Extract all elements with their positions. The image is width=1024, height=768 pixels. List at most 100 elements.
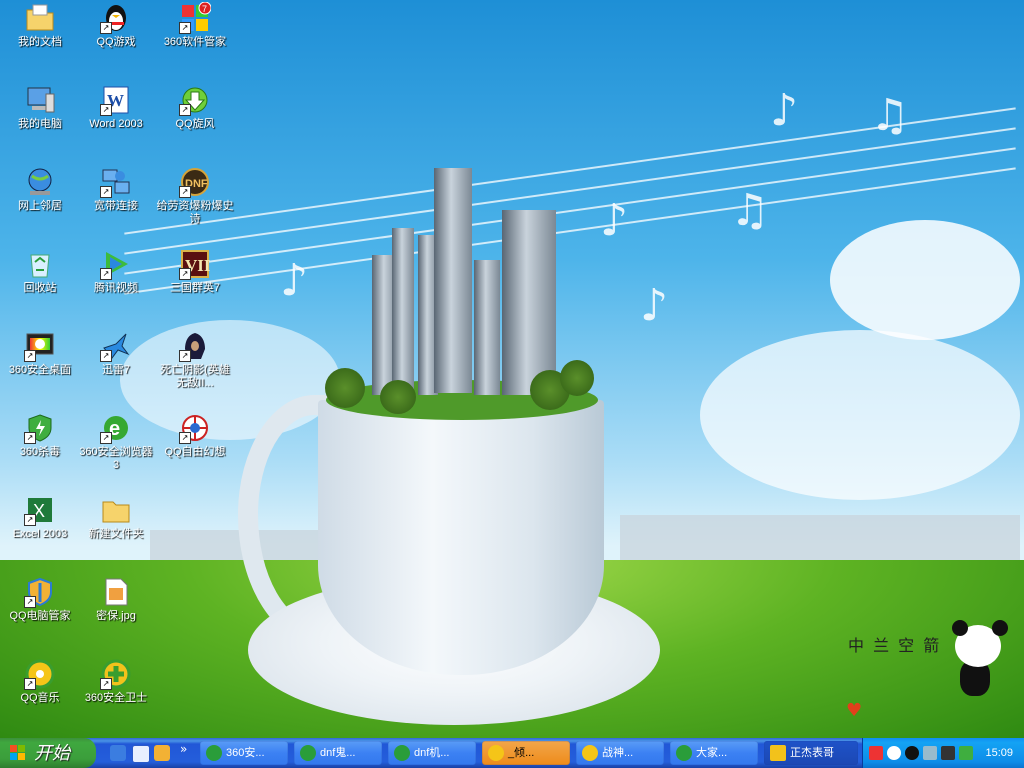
desktop-icon-my-documents[interactable]: 我的文档 — [0, 2, 80, 49]
heart-icon: ♥ — [846, 700, 863, 721]
desktop-icon-label: 360安全桌面 — [8, 364, 72, 376]
tray-expand-icon[interactable] — [887, 746, 901, 760]
desktop-icon-360-safe[interactable]: ↗ 360安全卫士 — [76, 658, 156, 705]
desktop-icon-360-software-manager[interactable]: 7 ↗ 360软件管家 — [155, 1, 235, 49]
dnf-game-icon: DNF ↗ — [179, 166, 211, 198]
desktop-icon-label: 迅雷7 — [101, 364, 131, 376]
qq-chat-icon — [770, 745, 786, 761]
desktop-icon-qq-game[interactable]: ↗ QQ游戏 — [76, 2, 156, 49]
desktop-icon-word[interactable]: W ↗ Word 2003 — [76, 84, 156, 131]
music-note-icon: ♪ — [770, 85, 799, 136]
desktop-icon-label: Word 2003 — [89, 118, 143, 130]
software-manager-icon: 7 ↗ — [179, 1, 212, 34]
desktop-icon-my-computer[interactable]: 我的电脑 — [0, 84, 80, 131]
desktop-icon-recycle-bin[interactable]: 回收站 — [0, 248, 80, 295]
shield-tray-icon[interactable] — [959, 746, 973, 760]
taskbar-button-1[interactable]: 360安... — [200, 741, 288, 765]
desktop-icon-label: Excel 2003 — [12, 528, 68, 540]
music-note-icon: ♪ — [600, 195, 629, 246]
browser-icon — [206, 745, 222, 761]
quicklaunch-browser-icon[interactable] — [132, 745, 150, 763]
windows-logo-icon — [10, 745, 25, 760]
desktop-icon-qq-whirlwind[interactable]: ↗ QQ旋风 — [155, 84, 235, 131]
qq-tray-icon[interactable] — [905, 746, 919, 760]
network-connection-icon: ↗ — [100, 166, 132, 198]
start-button[interactable]: 开始 — [0, 738, 96, 768]
desktop-icon-label: 我的电脑 — [18, 118, 62, 130]
tree — [380, 380, 416, 414]
desktop-icon-network[interactable]: 网上邻居 — [0, 166, 80, 213]
browser-icon — [300, 745, 316, 761]
system-tray: 15:09 — [862, 738, 1024, 768]
desktop-icon-label: 三国群英7 — [169, 282, 221, 294]
network-tray-icon[interactable] — [923, 746, 937, 760]
desktop-icon-label: QQ电脑管家 — [9, 610, 71, 622]
quicklaunch-ie-icon[interactable] — [110, 745, 126, 761]
quicklaunch-user-icon[interactable] — [154, 745, 170, 761]
recycle-bin-icon — [24, 248, 56, 280]
taskbar-button-4[interactable]: _倾... — [482, 741, 570, 765]
taskbar-button-6[interactable]: 大家... — [670, 741, 758, 765]
tree — [325, 368, 365, 408]
desktop-icon-qq-music[interactable]: ↗ QQ音乐 — [0, 658, 80, 705]
clock[interactable]: 15:09 — [985, 738, 1013, 768]
user-tray-icon[interactable] — [941, 746, 955, 760]
desktop-icon-label: 360安全浏览器 3 — [79, 446, 153, 471]
desktop-icon-label: 回收站 — [23, 282, 57, 294]
qq-chat-icon — [488, 745, 504, 761]
taskbar-button-label: 战神... — [602, 747, 634, 759]
taskbar-button-label: _倾... — [508, 747, 535, 759]
qq-chat-icon — [582, 745, 598, 761]
quicklaunch-more-icon[interactable]: » — [180, 742, 187, 756]
panda-ear — [992, 620, 1008, 636]
desktop-icon-label: 360安全卫士 — [84, 692, 148, 704]
skyscraper — [392, 228, 414, 393]
tree — [560, 360, 594, 396]
sogou-input-icon[interactable] — [869, 746, 883, 760]
desktop-icon-label: 360软件管家 — [163, 36, 227, 48]
taskbar-button-label: 正杰表哥 — [790, 747, 834, 759]
wallpaper-cloud — [700, 330, 1020, 500]
music-note-icon: ♪ — [640, 280, 669, 331]
sanguo-game-icon: VII ↗ — [179, 248, 211, 280]
taskbar-button-label: 大家... — [696, 747, 728, 759]
network-globe-icon — [24, 166, 56, 198]
desktop-icon-broadband[interactable]: ↗ 宽带连接 — [76, 166, 156, 213]
taskbar-button-3[interactable]: dnf机... — [388, 741, 476, 765]
taskbar-button-label: 360安... — [226, 747, 265, 759]
desktop-icon-excel[interactable]: X ↗ Excel 2003 — [0, 494, 80, 541]
desktop-icon-label: QQ游戏 — [96, 36, 136, 48]
browser-e-icon: e ↗ — [100, 412, 132, 444]
desktop-icon-sanguo7[interactable]: VII ↗ 三国群英7 — [155, 248, 235, 295]
desktop-icon-label: 腾讯视频 — [94, 282, 138, 294]
desktop-icon-qq-pc-manager[interactable]: ↗ QQ电脑管家 — [0, 576, 80, 623]
excel-icon: X ↗ — [24, 494, 56, 526]
desktop-icon-360-browser[interactable]: e ↗ 360安全浏览器 3 — [76, 412, 156, 472]
desktop-icon-mibao-jpg[interactable]: 密保.jpg — [76, 576, 156, 623]
desktop-icon-dnf-game[interactable]: DNF ↗ 给劳资爆粉爆史诗 — [155, 166, 235, 226]
desktop-icon-new-folder[interactable]: 新建文件夹 — [76, 494, 156, 541]
desktop-icon-xunlei[interactable]: ↗ 迅雷7 — [76, 330, 156, 377]
computer-icon — [24, 84, 56, 116]
desktop-icon-label: QQ音乐 — [20, 692, 60, 704]
desktop-icon-label: QQ自由幻想 — [164, 446, 226, 458]
desktop-icon-360-desktop[interactable]: ↗ 360安全桌面 — [0, 330, 80, 377]
hooded-figure-icon: ↗ — [179, 330, 211, 362]
desktop-icon-heroes2[interactable]: ↗ 死亡阴影(英雄无敌II... — [155, 330, 235, 390]
skyscraper — [434, 168, 472, 393]
360-desktop-icon: ↗ — [24, 330, 56, 362]
desktop-icon-qq-fantasy[interactable]: ↗ QQ自由幻想 — [155, 412, 235, 459]
taskbar-button-7[interactable]: 正杰表哥 — [764, 741, 858, 765]
taskbar-button-5[interactable]: 战神... — [576, 741, 664, 765]
skyscraper — [474, 260, 500, 395]
image-file-icon — [100, 576, 132, 608]
desktop-icon-label: 密保.jpg — [96, 610, 136, 622]
download-arrow-icon: ↗ — [179, 84, 211, 116]
browser-icon — [676, 745, 692, 761]
taskbar-button-2[interactable]: dnf鬼... — [294, 741, 382, 765]
desktop-icon-360-antivirus[interactable]: ↗ 360杀毒 — [0, 412, 80, 459]
wallpaper-cloud — [830, 220, 1020, 340]
skyscraper — [502, 210, 556, 395]
desktop-icon-label: 死亡阴影(英雄无敌II... — [160, 364, 230, 389]
desktop-icon-tencent-video[interactable]: ↗ 腾讯视频 — [76, 248, 156, 295]
